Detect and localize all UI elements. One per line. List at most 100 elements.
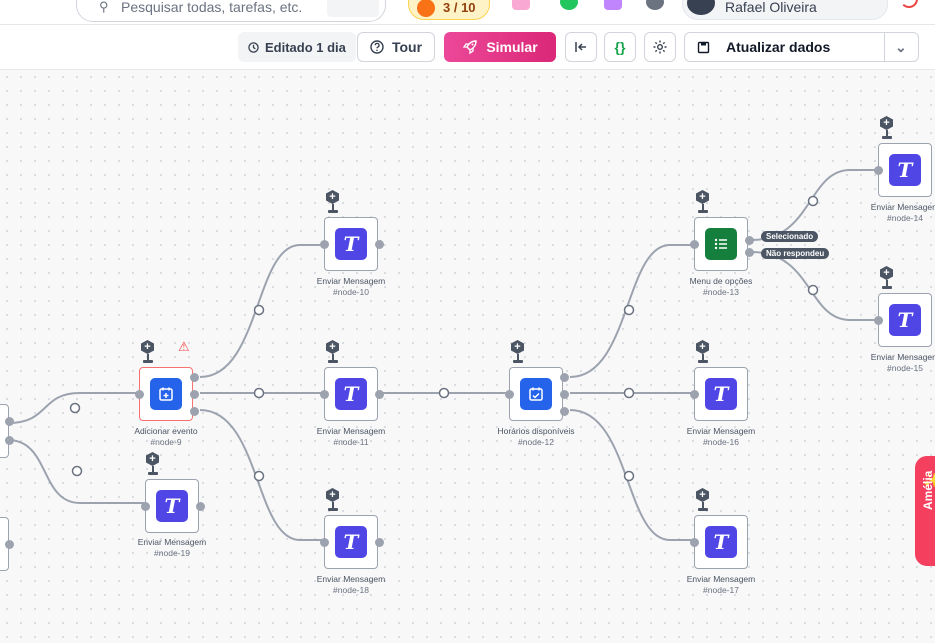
add-connector [882, 286, 892, 289]
list-icon [705, 228, 737, 260]
output-port[interactable] [560, 407, 569, 416]
help-icon [370, 40, 384, 54]
add-connector [698, 508, 708, 511]
notification-icon[interactable] [900, 0, 918, 8]
branch-label-selected: Selecionado [761, 231, 819, 242]
user-name: Rafael Oliveira [725, 0, 817, 15]
edge-handle [71, 465, 83, 477]
input-port[interactable] [320, 390, 329, 399]
input-port[interactable] [320, 538, 329, 547]
edge-handle [69, 402, 81, 414]
input-port[interactable] [320, 240, 329, 249]
input-port[interactable] [505, 390, 514, 399]
calendar-icon[interactable] [512, 0, 530, 10]
node-send-message-14[interactable]: T [874, 143, 932, 197]
chevron-down-icon[interactable]: ⌄ [895, 39, 907, 56]
partial-node[interactable] [0, 404, 14, 458]
node-options-menu[interactable] [690, 217, 754, 271]
input-port[interactable] [874, 166, 883, 175]
tour-label: Tour [391, 39, 423, 55]
node-send-message-15[interactable]: T [874, 293, 932, 347]
edge-handle [253, 470, 265, 482]
input-port[interactable] [690, 538, 699, 547]
search-placeholder: Pesquisar todas, tarefas, etc. [121, 0, 303, 15]
edge-handle [253, 304, 265, 316]
usage-counter[interactable]: 3 / 10 [408, 0, 490, 20]
add-connector [328, 508, 338, 511]
node-label: Enviar Mensagem [316, 574, 386, 584]
clock-icon [248, 41, 259, 53]
edge-handle [623, 470, 635, 482]
output-port[interactable] [375, 240, 384, 249]
edge-handle [253, 387, 265, 399]
output-port[interactable] [196, 502, 205, 511]
text-message-icon: T [705, 378, 737, 410]
editor-toolbar: Editado 1 dia Tour Simular {} Atualizar … [0, 25, 935, 70]
node-available-times[interactable] [505, 367, 569, 421]
fire-icon [417, 0, 435, 17]
text-message-icon: T [889, 304, 921, 336]
node-send-message-19[interactable]: T [141, 479, 205, 533]
text-message-icon: T [156, 490, 188, 522]
partial-node[interactable] [0, 517, 14, 571]
add-connector [148, 472, 158, 475]
node-id: #node-18 [333, 585, 369, 595]
user-menu[interactable]: Rafael Oliveira [682, 0, 888, 20]
node-send-message-17[interactable]: T [690, 515, 748, 569]
node-label: Enviar Mensagem [686, 426, 756, 436]
usage-counter-text: 3 / 10 [443, 0, 476, 15]
input-port[interactable] [135, 390, 144, 399]
output-port[interactable] [560, 390, 569, 399]
node-label: Horários disponíveis [497, 426, 575, 436]
input-port[interactable] [141, 502, 150, 511]
update-data-button[interactable]: Atualizar dados ⌄ [684, 32, 919, 62]
node-label: Enviar Mensagem [686, 574, 756, 584]
output-port[interactable] [745, 236, 754, 245]
input-port[interactable] [874, 316, 883, 325]
node-send-message-10[interactable]: T [320, 217, 384, 271]
assistant-label: Amélia [921, 470, 935, 510]
output-port[interactable] [190, 390, 199, 399]
output-port[interactable] [190, 407, 199, 416]
node-label: Enviar Mensagem [137, 537, 207, 547]
node-id: #node-17 [703, 585, 739, 595]
board-icon[interactable] [604, 0, 622, 10]
simulate-button[interactable]: Simular [444, 32, 556, 62]
output-port[interactable] [745, 248, 754, 257]
flow-settings-button[interactable] [644, 32, 676, 62]
search-icon: ⚲ [99, 0, 109, 14]
add-connector [698, 210, 708, 213]
output-port[interactable] [190, 373, 199, 382]
output-port[interactable] [5, 417, 14, 426]
output-port[interactable] [5, 436, 14, 445]
text-message-icon: T [705, 526, 737, 558]
settings-icon[interactable] [646, 0, 664, 10]
node-send-message-18[interactable]: T [320, 515, 384, 569]
text-message-icon: T [335, 228, 367, 260]
output-port[interactable] [560, 373, 569, 382]
assistant-tab[interactable]: ✨ Amélia [915, 456, 935, 566]
output-port[interactable] [5, 540, 14, 549]
warning-icon[interactable]: ⚠ [178, 339, 190, 355]
input-port[interactable] [690, 390, 699, 399]
collapse-panel-button[interactable] [565, 32, 597, 62]
output-port[interactable] [375, 538, 384, 547]
node-send-message-16[interactable]: T [690, 367, 748, 421]
rocket-icon [463, 40, 478, 55]
node-id: #node-14 [887, 213, 923, 223]
edge-handle [807, 284, 819, 296]
chat-icon[interactable] [560, 0, 578, 10]
text-message-icon: T [335, 378, 367, 410]
node-send-message-11[interactable]: T [320, 367, 384, 421]
node-id: #node-19 [154, 548, 190, 558]
node-id: #node-16 [703, 437, 739, 447]
node-add-event[interactable] [135, 367, 199, 421]
global-search[interactable]: ⚲ Pesquisar todas, tarefas, etc. [76, 0, 386, 22]
node-label: Menu de opções [689, 276, 753, 286]
output-port[interactable] [375, 390, 384, 399]
flow-canvas[interactable]: agem + ⚠ Adicionar evento #node-9 + T En… [0, 70, 935, 643]
code-variables-button[interactable]: {} [604, 32, 636, 62]
tour-button[interactable]: Tour [357, 32, 435, 62]
text-message-icon: T [335, 526, 367, 558]
input-port[interactable] [690, 240, 699, 249]
